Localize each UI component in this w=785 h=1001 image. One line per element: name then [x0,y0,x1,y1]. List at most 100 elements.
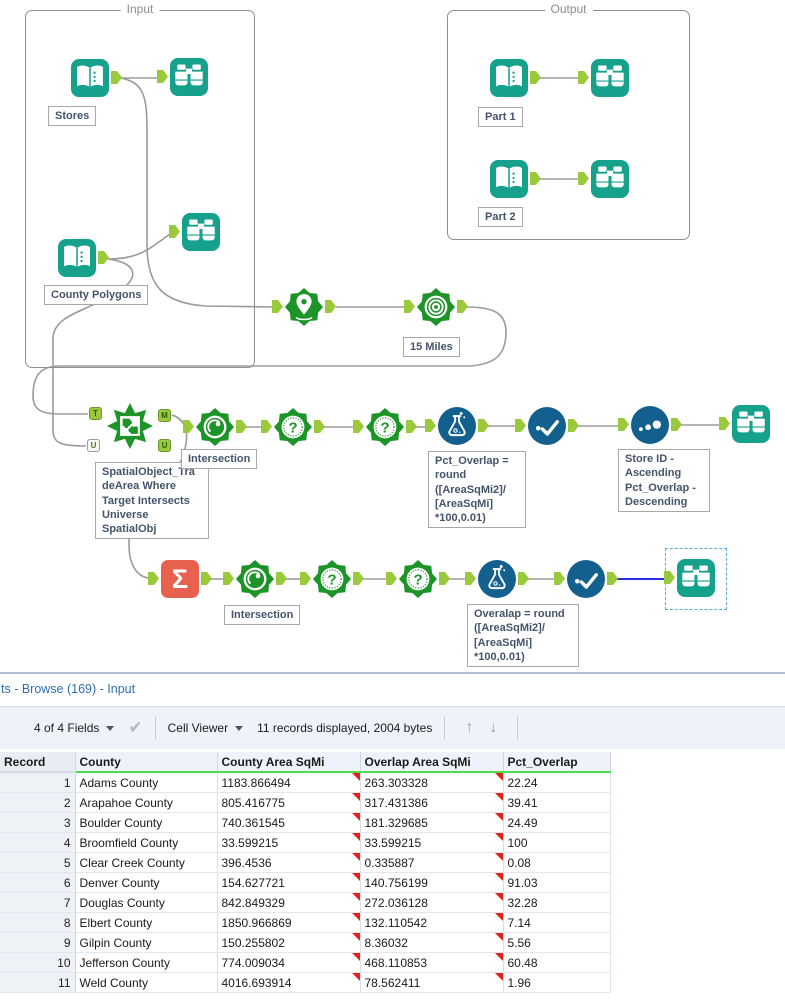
cell-overlap-area[interactable]: 272.036128 [360,892,504,913]
formula-tool-1[interactable] [425,407,489,445]
cell-pct-overlap[interactable]: 22.24 [503,772,611,793]
column-header-record[interactable]: Record [0,752,76,773]
cell-county-area[interactable]: 33.599215 [217,832,361,853]
cell-county[interactable]: Clear Creek County [75,852,218,873]
select-tool-2[interactable] [554,560,618,598]
annotation-part2[interactable]: Part 2 [478,207,523,228]
cell-county[interactable]: Jefferson County [75,952,218,973]
input-tool-part2[interactable] [490,160,541,198]
input-tool-county-polygons[interactable] [58,239,109,277]
cell-county[interactable]: Douglas County [75,892,218,913]
anchor-unmatched-out[interactable]: U [158,439,171,452]
annotation-formula-2[interactable]: Overalap = round ([AreaSqMi2]/ [AreaSqMi… [467,604,579,668]
up-arrow-button[interactable]: ↑ [465,719,473,737]
cell-overlap-area[interactable]: 317.431386 [360,792,504,813]
cell-county-area[interactable]: 396.4536 [217,852,361,873]
browse-tool-part1[interactable] [578,59,629,97]
spatial-question-tool-3[interactable] [300,560,364,598]
cell-county-area[interactable]: 774.009034 [217,952,361,973]
cell-county[interactable]: Adams County [75,772,218,793]
cell-record[interactable]: 6 [0,872,76,893]
table-row[interactable]: 4 Broomfield County 33.599215 33.599215 100 [0,832,611,853]
cell-overlap-area[interactable]: 8.36032 [360,932,504,953]
cell-record[interactable]: 11 [0,972,76,993]
browse-tool-part2[interactable] [578,160,629,198]
annotation-trade-area[interactable]: 15 Miles [403,337,460,358]
cell-county[interactable]: Weld County [75,972,218,993]
cell-overlap-area[interactable]: 132.110542 [360,912,504,933]
results-tab-browse-link[interactable]: ts - Browse (169) - Input [1,682,135,696]
cell-pct-overlap[interactable]: 24.49 [503,812,611,833]
anchor-matched-out[interactable]: M [158,409,171,422]
browse-tool-result-2-selected[interactable] [664,559,715,597]
table-row[interactable]: 1 Adams County 1183.866494 263.303328 22.24 [0,772,611,793]
cell-record[interactable]: 2 [0,792,76,813]
input-tool-stores[interactable] [71,59,122,97]
cell-pct-overlap[interactable]: 100 [503,832,611,853]
cell-county[interactable]: Gilpin County [75,932,218,953]
spatial-match-tool[interactable]: T U M U [87,403,171,452]
cell-county[interactable]: Boulder County [75,812,218,833]
cell-county-area[interactable]: 740.361545 [217,812,361,833]
table-row[interactable]: 7 Douglas County 842.849329 272.036128 32.28 [0,892,611,913]
cell-county-area[interactable]: 1850.966869 [217,912,361,933]
cell-overlap-area[interactable]: 263.303328 [360,772,504,793]
annotation-intersection-1[interactable]: Intersection [181,449,258,470]
cell-record[interactable]: 8 [0,912,76,933]
annotation-county-polygons[interactable]: County Polygons [44,285,149,306]
browse-tool-county[interactable] [169,213,220,251]
browse-tool-stores[interactable] [157,58,208,96]
column-header-pct-overlap[interactable]: Pct_Overlap [503,752,611,773]
cell-county-area[interactable]: 4016.693914 [217,972,361,993]
down-arrow-button[interactable]: ↓ [489,719,497,737]
cell-record[interactable]: 5 [0,852,76,873]
cell-record[interactable]: 10 [0,952,76,973]
cell-pct-overlap[interactable]: 7.14 [503,912,611,933]
cell-county[interactable]: Arapahoe County [75,792,218,813]
spatial-question-tool-1[interactable] [261,408,325,446]
column-header-county[interactable]: County [75,752,218,773]
summarize-tool[interactable]: Σ [148,560,212,598]
cell-overlap-area[interactable]: 0.335887 [360,852,504,873]
cell-overlap-area[interactable]: 468.110853 [360,952,504,973]
spatial-process-tool-1[interactable] [183,408,247,446]
annotation-sort[interactable]: Store ID - Ascending Pct_Overlap - Desce… [618,449,710,513]
spatial-process-tool-2[interactable] [223,560,287,598]
cell-pct-overlap[interactable]: 32.28 [503,892,611,913]
cell-overlap-area[interactable]: 33.599215 [360,832,504,853]
cell-county[interactable]: Elbert County [75,912,218,933]
spatial-question-tool-4[interactable] [386,560,450,598]
table-row[interactable]: 2 Arapahoe County 805.416775 317.431386 39.4… [0,792,611,813]
table-row[interactable]: 3 Boulder County 740.361545 181.329685 24.49 [0,812,611,833]
cell-pct-overlap[interactable]: 5.56 [503,932,611,953]
cell-county[interactable]: Broomfield County [75,832,218,853]
cell-record[interactable]: 7 [0,892,76,913]
annotation-spatial-match[interactable]: SpatialObject_Tra deArea Where Target In… [95,462,209,540]
cell-county-area[interactable]: 805.416775 [217,792,361,813]
cell-county-area[interactable]: 1183.866494 [217,772,361,793]
workflow-canvas[interactable]: Input Output Stores County Polygons Part… [0,0,785,672]
fields-dropdown[interactable]: 4 of 4 Fields [34,721,115,735]
create-points-tool[interactable] [272,288,336,326]
select-tool-1[interactable] [515,407,579,445]
cell-pct-overlap[interactable]: 0.08 [503,852,611,873]
cell-record[interactable]: 9 [0,932,76,953]
cell-county-area[interactable]: 154.627721 [217,872,361,893]
cell-record[interactable]: 4 [0,832,76,853]
formula-tool-2[interactable] [465,560,529,598]
cell-pct-overlap[interactable]: 60.48 [503,952,611,973]
input-tool-part1[interactable] [490,59,541,97]
annotation-intersection-2[interactable]: Intersection [224,605,301,626]
table-row[interactable]: 8 Elbert County 1850.966869 132.110542 7.14 [0,912,611,933]
cell-county[interactable]: Denver County [75,872,218,893]
annotation-formula-1[interactable]: Pct_Overlap = round ([AreaSqMi2]/ [AreaS… [428,451,526,529]
anchor-universe-in[interactable]: U [87,439,100,452]
apply-check-icon[interactable]: ✔ [128,718,142,738]
cell-county-area[interactable]: 842.849329 [217,892,361,913]
spatial-question-tool-2[interactable] [353,408,417,446]
cell-pct-overlap[interactable]: 1.96 [503,972,611,993]
cell-county-area[interactable]: 150.255802 [217,932,361,953]
table-row[interactable]: 10 Jefferson County 774.009034 468.110853 60… [0,952,611,973]
column-header-overlap-area[interactable]: Overlap Area SqMi [360,752,504,773]
annotation-part1[interactable]: Part 1 [478,107,523,128]
